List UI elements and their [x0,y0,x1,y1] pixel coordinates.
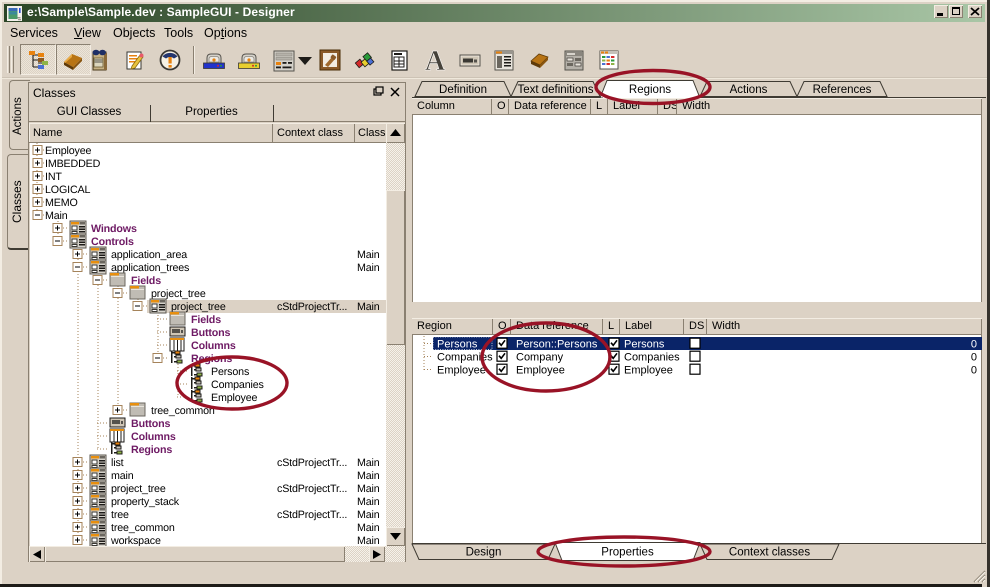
svg-text:Regions: Regions [131,444,172,456]
svg-text:tree_common: tree_common [111,522,175,534]
svg-text:Fields: Fields [131,275,161,287]
svg-text:main: main [111,470,134,482]
svg-text:Companies: Companies [437,352,493,364]
svg-text:A: A [425,46,446,77]
svg-text:Regions: Regions [629,84,671,96]
svg-text:property_stack: property_stack [111,496,180,508]
svg-text:cStdProjectTr...: cStdProjectTr... [277,483,347,495]
svg-text:Regions: Regions [191,353,232,365]
svg-text:INT: INT [45,171,62,183]
svg-text:Main: Main [357,535,380,546]
svg-text:Employee: Employee [624,365,673,377]
svg-text:Main: Main [357,457,380,469]
svg-text:tree: tree [111,509,129,521]
svg-text:Buttons: Buttons [131,418,171,430]
svg-text:Main: Main [357,522,380,534]
svg-text:Employee: Employee [211,392,258,404]
svg-text:Properties: Properties [601,547,654,559]
svg-text:Main: Main [357,483,380,495]
svg-text:Fields: Fields [191,314,221,326]
svg-text:Persons: Persons [624,339,665,351]
svg-text:project_tree: project_tree [111,483,166,495]
svg-text:cStdProjectTr...: cStdProjectTr... [277,457,347,469]
svg-text:Controls: Controls [91,236,134,248]
svg-text:Windows: Windows [91,223,137,235]
svg-text:Companies: Companies [624,352,680,364]
svg-text:Main: Main [357,249,380,261]
svg-text:project_tree: project_tree [151,288,206,300]
svg-text:tree_common: tree_common [151,405,215,417]
svg-text:Main: Main [357,301,380,313]
svg-text:Main: Main [357,262,380,274]
svg-text:Design: Design [466,547,502,559]
svg-text:Persons: Persons [437,339,478,351]
svg-text:Buttons: Buttons [191,327,231,339]
svg-text:Employee: Employee [45,145,92,157]
svg-text:Employee: Employee [437,365,486,377]
svg-text:Definition: Definition [439,84,487,96]
svg-text:Person::Persons: Person::Persons [516,339,598,351]
svg-text:Persons: Persons [211,366,249,378]
svg-text:IMBEDDED: IMBEDDED [45,158,101,170]
svg-text:Main: Main [357,509,380,521]
svg-text:workspace: workspace [110,535,161,546]
svg-text:Actions: Actions [730,84,768,96]
svg-text:list: list [111,457,124,469]
svg-text:Main: Main [357,470,380,482]
svg-text:cStdProjectTr...: cStdProjectTr... [277,509,347,521]
svg-text:cStdProjectTr...: cStdProjectTr... [277,301,347,313]
svg-text:Columns: Columns [131,431,176,443]
svg-text:application_trees: application_trees [111,262,189,274]
svg-text:References: References [813,84,872,96]
svg-text:Text definitions: Text definitions [517,84,593,96]
svg-text:Main: Main [45,210,68,222]
svg-text:0: 0 [971,365,977,377]
svg-text:Main: Main [357,496,380,508]
svg-text:0: 0 [971,339,977,351]
svg-text:application_area: application_area [111,249,187,261]
svg-text:0: 0 [971,352,977,364]
svg-text:Companies: Companies [211,379,264,391]
svg-text:project_tree: project_tree [171,301,226,313]
svg-text:Employee: Employee [516,365,565,377]
svg-text:MEMO: MEMO [45,197,78,209]
svg-text:Context classes: Context classes [729,547,810,559]
svg-text:Company: Company [516,352,564,364]
svg-text:LOGICAL: LOGICAL [45,184,90,196]
svg-text:Columns: Columns [191,340,236,352]
